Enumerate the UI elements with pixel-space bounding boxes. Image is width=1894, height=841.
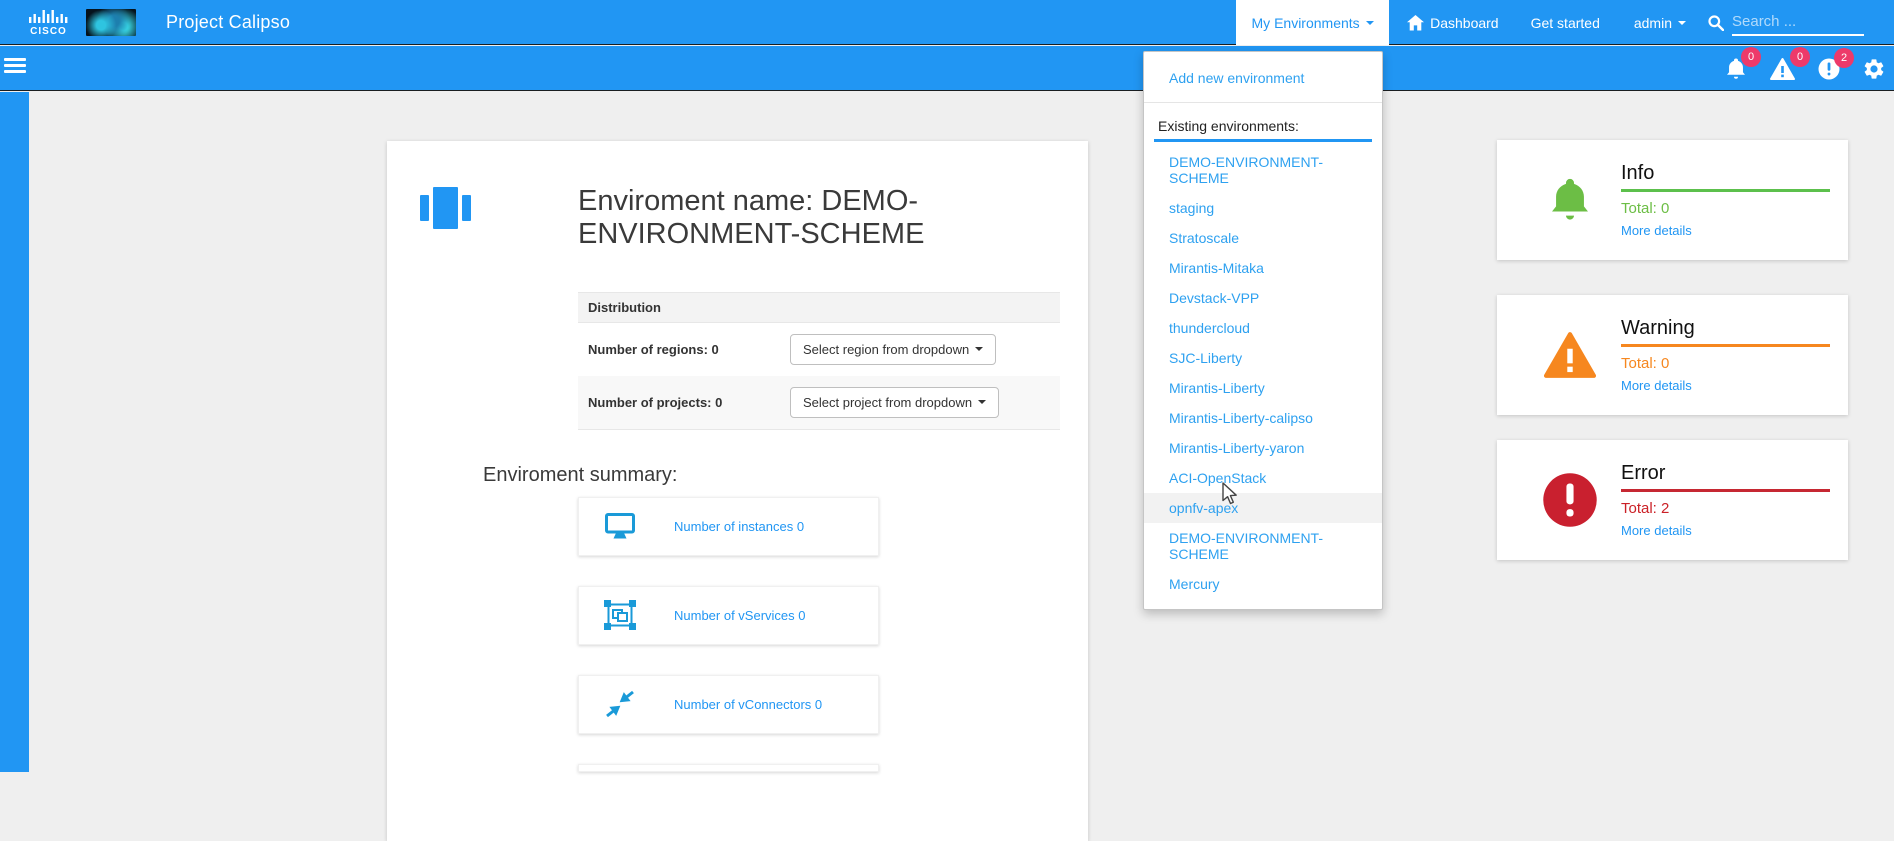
caret-down-icon bbox=[1366, 21, 1374, 25]
regions-row: Number of regions: 0 Select region from … bbox=[578, 323, 1060, 376]
nav-get-started-label: Get started bbox=[1531, 15, 1600, 31]
environment-title: Enviroment name: DEMO-ENVIRONMENT-SCHEME bbox=[578, 185, 1060, 252]
bell-icon bbox=[1548, 176, 1592, 224]
environment-item[interactable]: Mirantis-Liberty-yaron bbox=[1144, 433, 1382, 463]
nav-admin-menu[interactable]: admin bbox=[1634, 15, 1686, 31]
warning-title: Warning bbox=[1621, 317, 1830, 344]
alerts-button[interactable]: 2 bbox=[1818, 58, 1840, 80]
secondary-toolbar: 0 0 2 bbox=[0, 46, 1894, 91]
mouse-cursor-icon bbox=[1218, 482, 1240, 506]
bell-badge: 0 bbox=[1741, 47, 1761, 67]
summary-card-partial bbox=[578, 764, 879, 772]
info-more-details-link[interactable]: More details bbox=[1621, 223, 1830, 238]
environment-item[interactable]: Mirantis-Liberty bbox=[1144, 373, 1382, 403]
projects-label: Number of projects: 0 bbox=[588, 395, 790, 410]
distribution-header: Distribution bbox=[578, 292, 1060, 323]
error-title: Error bbox=[1621, 462, 1830, 489]
warnings-button[interactable]: 0 bbox=[1769, 57, 1796, 81]
regions-label: Number of regions: 0 bbox=[588, 342, 790, 357]
vservices-count-label: Number of vServices 0 bbox=[674, 608, 806, 623]
top-navbar: CISCO Project Calipso My Environments Da… bbox=[0, 0, 1894, 45]
add-new-environment-link[interactable]: Add new environment bbox=[1144, 62, 1382, 94]
info-status-card: Info Total: 0 More details bbox=[1497, 140, 1848, 260]
dropdown-divider bbox=[1144, 102, 1382, 103]
home-icon bbox=[1407, 15, 1424, 31]
environment-item[interactable]: ACI-OpenStack bbox=[1144, 463, 1382, 493]
vconnectors-count-label: Number of vConnectors 0 bbox=[674, 697, 822, 712]
search-icon bbox=[1708, 15, 1724, 31]
app-title[interactable]: Project Calipso bbox=[166, 12, 290, 33]
environment-item[interactable]: thundercloud bbox=[1144, 313, 1382, 343]
warning-total: Total: 0 bbox=[1621, 355, 1830, 372]
environment-card-header: Enviroment name: DEMO-ENVIRONMENT-SCHEME bbox=[387, 141, 1088, 252]
select-region-dropdown-button[interactable]: Select region from dropdown bbox=[790, 334, 996, 365]
environment-item[interactable]: Stratoscale bbox=[1144, 223, 1382, 253]
environment-item[interactable]: staging bbox=[1144, 193, 1382, 223]
vconnector-icon bbox=[605, 690, 635, 718]
environment-icon bbox=[420, 185, 472, 231]
environment-item[interactable]: SJC-Liberty bbox=[1144, 343, 1382, 373]
gear-icon bbox=[1862, 57, 1886, 81]
warning-underline bbox=[1621, 344, 1830, 347]
environment-item-hovered[interactable]: opnfv-apex bbox=[1144, 493, 1382, 523]
my-environments-menu[interactable]: My Environments bbox=[1236, 0, 1389, 45]
my-environments-label: My Environments bbox=[1252, 15, 1360, 31]
nav-dashboard[interactable]: Dashboard bbox=[1407, 15, 1499, 31]
environment-item[interactable]: Mirantis-Liberty-calipso bbox=[1144, 403, 1382, 433]
error-circle-icon bbox=[1542, 472, 1598, 528]
caret-down-icon bbox=[978, 400, 986, 404]
error-underline bbox=[1621, 489, 1830, 492]
brand-thumbnail-image bbox=[86, 9, 136, 36]
hamburger-menu-icon[interactable] bbox=[4, 55, 26, 76]
notifications-bell-button[interactable]: 0 bbox=[1725, 57, 1747, 81]
projects-row: Number of projects: 0 Select project fro… bbox=[578, 376, 1060, 429]
environment-item[interactable]: Mercury bbox=[1144, 569, 1382, 599]
warning-status-card: Warning Total: 0 More details bbox=[1497, 295, 1848, 415]
search-box bbox=[1708, 10, 1864, 36]
notification-icons: 0 0 2 bbox=[1703, 46, 1886, 91]
svg-text:CISCO: CISCO bbox=[30, 26, 67, 36]
environment-item[interactable]: DEMO-ENVIRONMENT-SCHEME bbox=[1144, 523, 1382, 569]
environment-item[interactable]: DEMO-ENVIRONMENT-SCHEME bbox=[1144, 147, 1382, 193]
caret-down-icon bbox=[975, 347, 983, 351]
environment-card: Enviroment name: DEMO-ENVIRONMENT-SCHEME… bbox=[387, 141, 1088, 841]
environment-summary-header: Enviroment summary: bbox=[483, 464, 1088, 487]
vservices-summary-card[interactable]: Number of vServices 0 bbox=[578, 586, 879, 645]
distribution-table: Distribution Number of regions: 0 Select… bbox=[578, 292, 1060, 430]
alert-badge: 2 bbox=[1834, 48, 1854, 68]
dropdown-header-underline bbox=[1154, 139, 1372, 142]
nav-get-started[interactable]: Get started bbox=[1531, 15, 1600, 31]
error-status-card: Error Total: 2 More details bbox=[1497, 440, 1848, 560]
nav-dashboard-label: Dashboard bbox=[1430, 15, 1499, 31]
navbar-links: My Environments Dashboard Get started ad… bbox=[1236, 0, 1894, 45]
instances-count-label: Number of instances 0 bbox=[674, 519, 804, 534]
warning-badge: 0 bbox=[1790, 47, 1810, 67]
monitor-icon bbox=[605, 513, 635, 540]
select-project-dropdown-button[interactable]: Select project from dropdown bbox=[790, 387, 999, 418]
instances-summary-card[interactable]: Number of instances 0 bbox=[578, 497, 879, 556]
search-input[interactable] bbox=[1732, 10, 1864, 36]
error-more-details-link[interactable]: More details bbox=[1621, 523, 1830, 538]
nav-admin-label: admin bbox=[1634, 15, 1672, 31]
vservice-icon bbox=[604, 600, 636, 630]
warning-triangle-icon bbox=[1541, 330, 1599, 380]
environment-item[interactable]: Devstack-VPP bbox=[1144, 283, 1382, 313]
settings-button[interactable] bbox=[1862, 57, 1886, 81]
environment-item[interactable]: Mirantis-Mitaka bbox=[1144, 253, 1382, 283]
existing-environments-header: Existing environments: bbox=[1144, 111, 1382, 136]
select-region-label: Select region from dropdown bbox=[803, 342, 969, 357]
info-underline bbox=[1621, 189, 1830, 192]
caret-down-icon bbox=[1678, 21, 1686, 25]
environments-dropdown-menu: Add new environment Existing environment… bbox=[1143, 51, 1383, 610]
info-title: Info bbox=[1621, 162, 1830, 189]
collapsed-sidebar bbox=[0, 92, 29, 772]
vconnectors-summary-card[interactable]: Number of vConnectors 0 bbox=[578, 675, 879, 734]
warning-more-details-link[interactable]: More details bbox=[1621, 378, 1830, 393]
error-total: Total: 2 bbox=[1621, 500, 1830, 517]
cisco-logo: CISCO bbox=[28, 8, 70, 36]
select-project-label: Select project from dropdown bbox=[803, 395, 972, 410]
info-total: Total: 0 bbox=[1621, 200, 1830, 217]
